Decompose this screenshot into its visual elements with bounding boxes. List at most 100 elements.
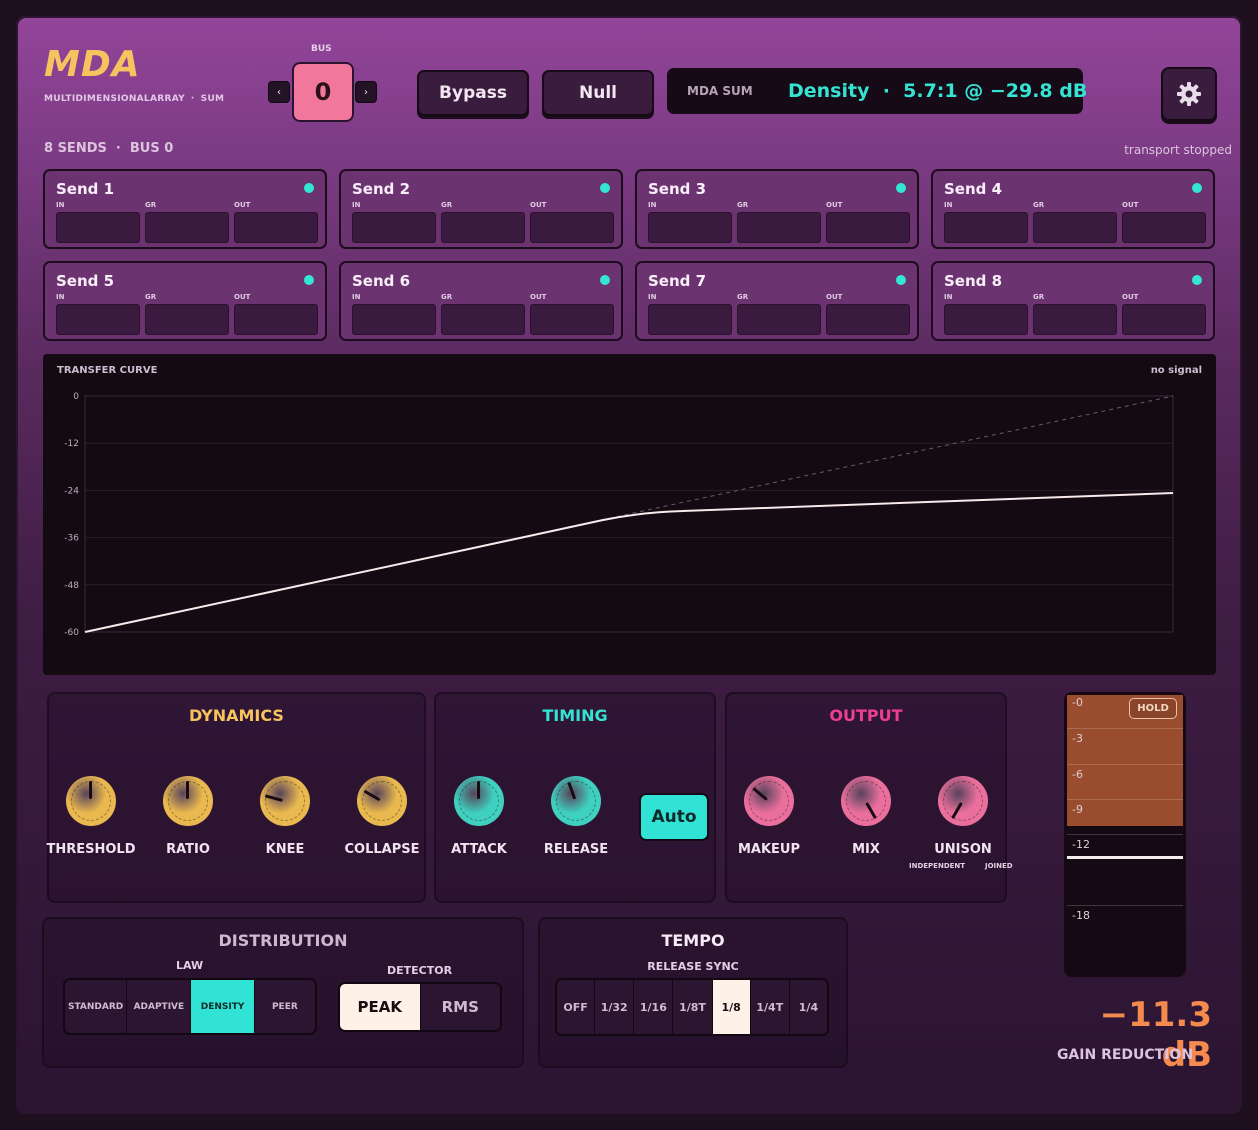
null-button[interactable]: Null (542, 70, 654, 116)
knob-face (841, 776, 891, 826)
settings-button[interactable] (1161, 67, 1217, 121)
law-selector: STANDARD ADAPTIVE DENSITY PEER (63, 978, 317, 1035)
send-strip[interactable]: Send 6 IN GR OUT (339, 261, 623, 341)
send-active-led (600, 275, 610, 285)
law-option-adaptive[interactable]: ADAPTIVE (127, 980, 192, 1033)
send-out-label: OUT (1122, 201, 1139, 209)
tempo-option-off[interactable]: OFF (557, 980, 596, 1034)
send-name: Send 7 (648, 272, 707, 290)
send-out-label: OUT (826, 201, 843, 209)
send-gr-label: GR (145, 201, 157, 209)
send-strip[interactable]: Send 5 IN GR OUT (43, 261, 327, 341)
law-option-density[interactable]: DENSITY (191, 980, 255, 1033)
send-in-label: IN (56, 201, 65, 209)
send-in-meter (56, 304, 140, 335)
tempo-option-1-4t[interactable]: 1/4T (750, 980, 790, 1034)
mix-knob[interactable] (839, 774, 893, 828)
send-out-label: OUT (530, 293, 547, 301)
send-strip[interactable]: Send 1 IN GR OUT (43, 169, 327, 249)
knob-face (744, 776, 794, 826)
ratio-knob[interactable] (161, 774, 215, 828)
law-label: LAW (176, 959, 204, 972)
send-strip[interactable]: Send 8 IN GR OUT (931, 261, 1215, 341)
send-in-meter (56, 212, 140, 243)
tempo-option-1-4[interactable]: 1/4 (789, 980, 827, 1034)
send-name: Send 5 (56, 272, 115, 290)
makeup-knob[interactable] (742, 774, 796, 828)
send-out-meter (826, 304, 910, 335)
det-option-rms[interactable]: RMS (420, 984, 500, 1030)
send-gr-label: GR (145, 293, 157, 301)
tempo-option-1-8t[interactable]: 1/8T (673, 980, 713, 1034)
send-gr-label: GR (737, 293, 749, 301)
send-in-label: IN (648, 293, 657, 301)
det-option-peak[interactable]: PEAK (340, 984, 421, 1030)
detector-selector: PEAK RMS (338, 982, 502, 1032)
unison-knob[interactable] (936, 774, 990, 828)
send-strip[interactable]: Send 4 IN GR OUT (931, 169, 1215, 249)
collapse-knob[interactable] (355, 774, 409, 828)
attack-knob[interactable] (452, 774, 506, 828)
tempo-option-1-8[interactable]: 1/8 (712, 980, 751, 1034)
bypass-button[interactable]: Bypass (417, 70, 529, 116)
threshold-knob[interactable] (64, 774, 118, 828)
send-strip[interactable]: Send 3 IN GR OUT (635, 169, 919, 249)
tempo-option-1-16[interactable]: 1/16 (634, 980, 674, 1034)
send-out-meter (234, 304, 318, 335)
send-in-meter (352, 304, 436, 335)
bus-prev-button[interactable]: ‹ (268, 81, 290, 103)
meter-scale-label: -6 (1072, 768, 1083, 781)
send-gr-label: GR (1033, 293, 1045, 301)
logo-subtitle: MULTIDIMENSIONALARRAY · SUM (44, 94, 224, 104)
y-tick-label: -12 (64, 439, 79, 449)
send-strip[interactable]: Send 2 IN GR OUT (339, 169, 623, 249)
send-in-label: IN (56, 293, 65, 301)
knob-ring (265, 781, 305, 821)
gear-icon (1177, 82, 1201, 106)
law-option-standard[interactable]: STANDARD (65, 980, 128, 1033)
send-in-label: IN (352, 293, 361, 301)
subtitle-right: SUM (200, 94, 225, 104)
status-display: MDA SUM Density · 5.7:1 @ −29.8 dB (667, 68, 1087, 114)
hold-button[interactable]: HOLD (1129, 698, 1177, 719)
send-in-label: IN (944, 293, 953, 301)
send-gr-meter (737, 304, 821, 335)
send-active-led (896, 183, 906, 193)
send-active-led (600, 183, 610, 193)
send-in-label: IN (648, 201, 657, 209)
auto-release-button[interactable]: Auto (639, 793, 709, 841)
meter-tick (1067, 728, 1183, 729)
send-out-meter (234, 212, 318, 243)
tempo-option-1-32[interactable]: 1/32 (595, 980, 635, 1034)
send-in-meter (944, 304, 1028, 335)
meter-scale-label: -3 (1072, 732, 1083, 745)
release-knob[interactable] (549, 774, 603, 828)
bus-selector[interactable]: 0 (292, 62, 354, 122)
meter-scale-label: -0 (1072, 696, 1083, 709)
knee-knob[interactable] (258, 774, 312, 828)
chevron-left-icon: ‹ (277, 86, 281, 98)
knob-face (357, 776, 407, 826)
knob-pointer (186, 781, 189, 799)
send-gr-label: GR (737, 201, 749, 209)
send-in-label: IN (944, 201, 953, 209)
meter-tick (1067, 834, 1183, 835)
knob-ring (846, 781, 886, 821)
send-active-led (304, 275, 314, 285)
detector-label: DETECTOR (387, 964, 453, 977)
knob-ring (556, 781, 596, 821)
send-gr-label: GR (441, 201, 453, 209)
send-gr-meter (737, 212, 821, 243)
knob-face (551, 776, 601, 826)
law-option-peer[interactable]: PEER (254, 980, 315, 1033)
send-in-label: IN (352, 201, 361, 209)
send-out-label: OUT (826, 293, 843, 301)
send-active-led (896, 275, 906, 285)
knob-ring (362, 781, 402, 821)
send-name: Send 2 (352, 180, 411, 198)
knob-pointer (477, 781, 480, 799)
meter-hold-line (1067, 856, 1183, 859)
bus-next-button[interactable]: › (355, 81, 377, 103)
send-strip[interactable]: Send 7 IN GR OUT (635, 261, 919, 341)
display-tag: MDA SUM (687, 84, 753, 98)
